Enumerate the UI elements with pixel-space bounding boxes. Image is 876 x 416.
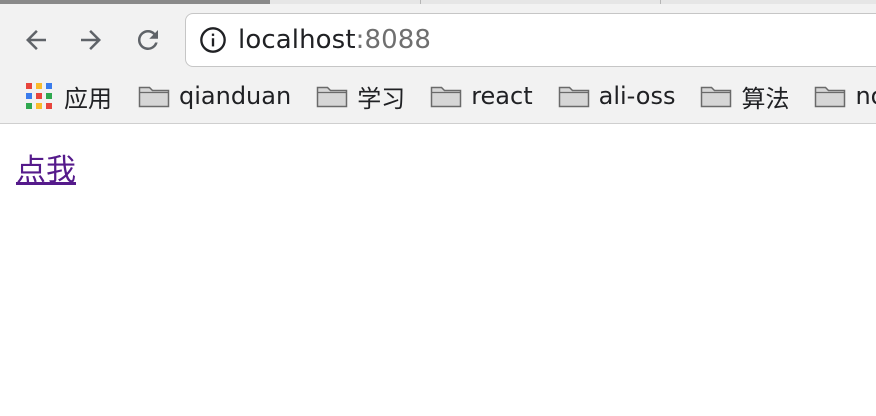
bookmark-folder-label: no <box>855 82 876 110</box>
tab-strip <box>0 0 876 4</box>
bookmark-apps-label: 应用 <box>64 84 112 113</box>
bookmark-folder-suanfa[interactable]: 算法 <box>700 78 789 114</box>
browser-chrome: localhost:8088 应用 qianduan 学习 react ali-… <box>0 0 876 124</box>
folder-icon <box>316 86 348 108</box>
bookmark-folder-label: react <box>471 82 533 110</box>
reload-button[interactable] <box>128 20 168 60</box>
bookmark-apps[interactable]: 应用 <box>26 78 112 114</box>
forward-button[interactable] <box>71 20 111 60</box>
folder-icon <box>815 86 846 108</box>
bookmark-folder-xuexi[interactable]: 学习 <box>316 78 405 114</box>
bookmark-folder-no[interactable]: no <box>814 78 876 114</box>
bookmark-folder-label: 算法 <box>741 84 790 113</box>
bookmark-folder-qianduan[interactable]: qianduan <box>138 78 291 114</box>
tab-divider <box>660 0 661 4</box>
active-tab-edge[interactable] <box>0 0 270 4</box>
back-arrow-icon <box>26 30 46 50</box>
info-icon[interactable] <box>199 26 227 54</box>
apps-grid-icon <box>26 83 52 109</box>
folder-icon <box>138 86 170 108</box>
forward-arrow-icon <box>81 30 101 50</box>
bookmark-folder-ali-oss[interactable]: ali-oss <box>558 78 676 114</box>
folder-icon <box>430 86 462 108</box>
url-text[interactable]: localhost:8088 <box>238 25 431 55</box>
bookmark-folder-label: 学习 <box>357 84 406 113</box>
bookmark-folder-label: ali-oss <box>598 82 676 110</box>
bookmark-folder-react[interactable]: react <box>430 78 533 114</box>
folder-icon <box>558 86 589 108</box>
url-port: :8088 <box>355 25 432 55</box>
bookmark-folder-label: qianduan <box>179 82 292 110</box>
click-me-link[interactable]: 点我 <box>16 145 76 189</box>
bookmarks-bar: 应用 qianduan 学习 react ali-oss 算法 n <box>0 76 876 116</box>
folder-icon <box>701 86 732 108</box>
page-content: 点我 <box>0 125 876 416</box>
back-button[interactable] <box>16 20 56 60</box>
address-bar[interactable]: localhost:8088 <box>185 13 876 67</box>
reload-icon <box>137 29 158 50</box>
tab-divider <box>420 0 421 4</box>
url-host: localhost <box>238 25 356 55</box>
